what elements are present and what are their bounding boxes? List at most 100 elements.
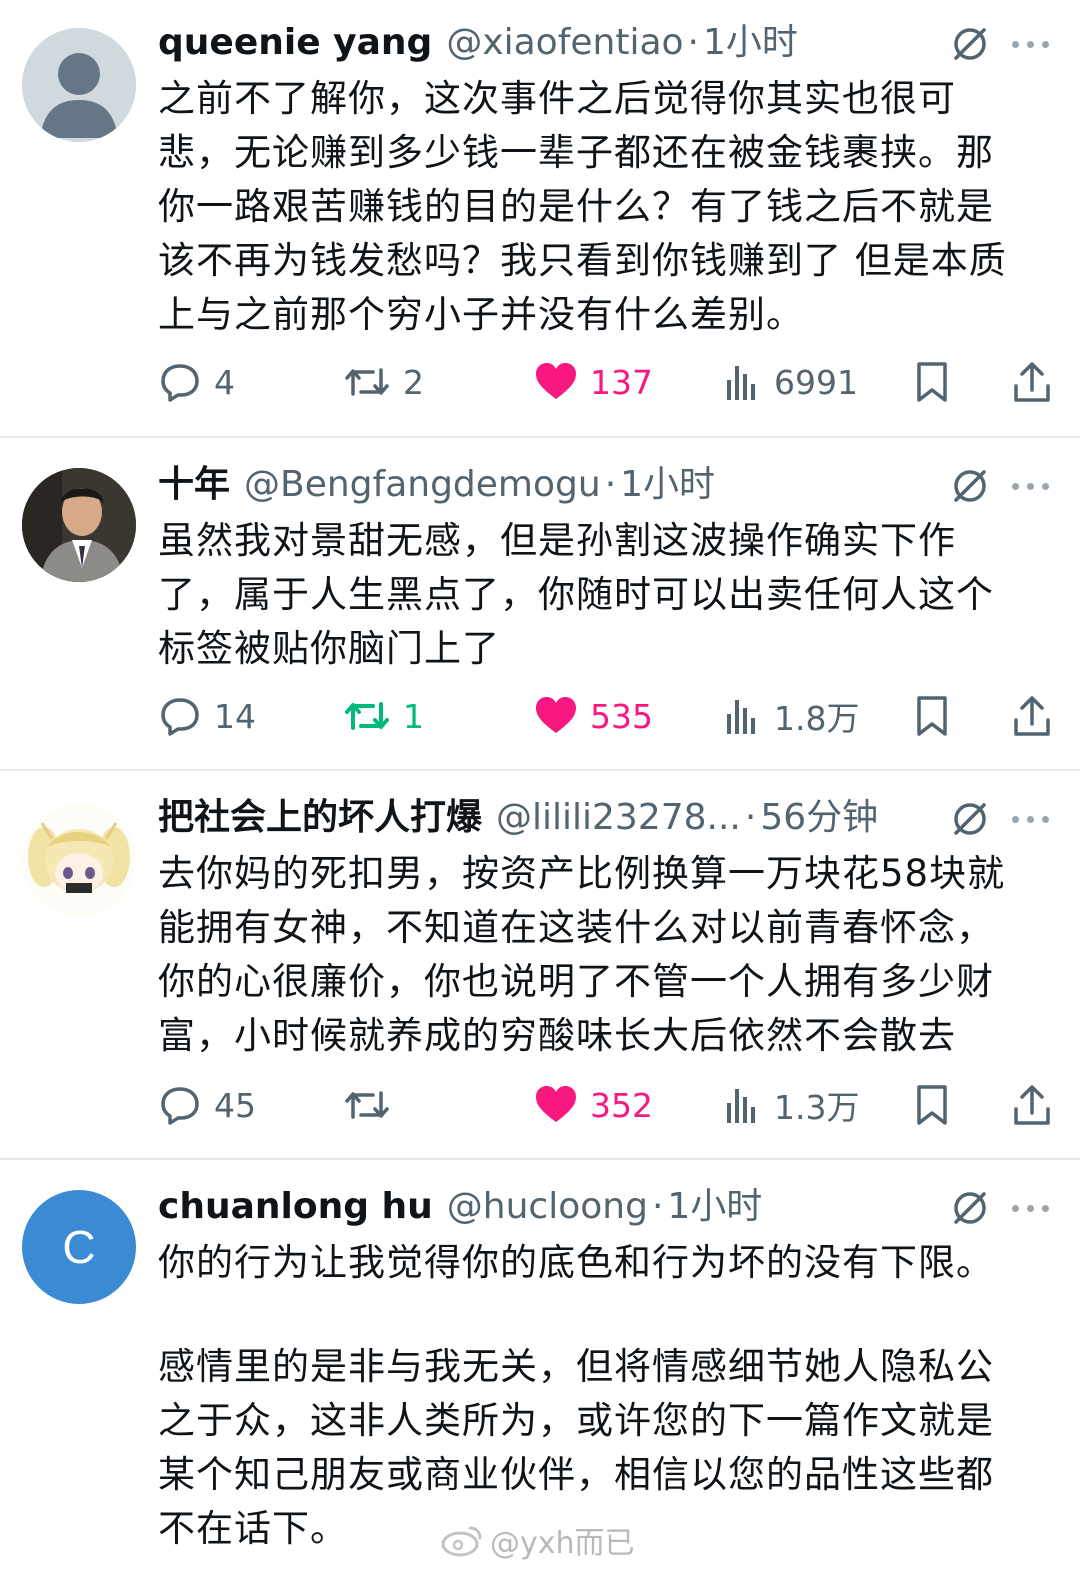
reply-count: 14 <box>214 696 256 736</box>
tweet-text-line: 感情里的是非与我无关，但将情感细节她人隐私公 <box>158 1345 994 1388</box>
views-chart-icon <box>727 700 755 734</box>
tweet-text: 去你妈的死扣男，按资产比例换算一万块花58块就 能拥有女神，不知道在这装什么对以… <box>158 847 1038 1063</box>
grok-icon[interactable] <box>950 466 990 506</box>
timestamp[interactable]: 1小时 <box>703 18 798 68</box>
tweet-text-line: 之于众，这非人类所为，或许您的下一篇作文就是 <box>158 1399 994 1442</box>
display-name[interactable]: 十年 <box>158 460 230 510</box>
retweet-count: 2 <box>403 362 424 402</box>
tweet-header: queenie yang @xiaofentiao · 1小时 <box>158 18 940 68</box>
reply-button[interactable]: 45 <box>158 1075 256 1135</box>
like-count: 137 <box>590 362 653 402</box>
views-button[interactable]: 1.3万 <box>724 1075 859 1135</box>
user-handle[interactable]: @lilili23278... <box>496 793 741 843</box>
more-options-icon[interactable] <box>1012 34 1056 54</box>
views-button[interactable]: 1.8万 <box>724 686 859 746</box>
display-name[interactable]: queenie yang <box>158 18 432 68</box>
tweet-text-line: 你的行为让我觉得你的底色和行为坏的没有下限。 <box>158 1241 994 1284</box>
heart-filled-icon <box>536 1086 576 1122</box>
timestamp[interactable]: 1小时 <box>620 460 715 510</box>
watermark-text: @yxh而已 <box>490 1526 635 1561</box>
action-bar: 14 1 535 1.8万 <box>0 686 1080 746</box>
grok-icon[interactable] <box>950 24 990 64</box>
tweet[interactable]: C chuanlong hu @hucloong · 1小时 你的行为让我觉得你… <box>0 1160 1080 1571</box>
avatar[interactable] <box>22 803 136 917</box>
more-options-icon[interactable] <box>1012 476 1056 496</box>
retweet-button[interactable]: 2 <box>343 352 424 412</box>
avatar[interactable] <box>22 468 136 582</box>
share-button[interactable] <box>1010 686 1054 746</box>
timestamp[interactable]: 1小时 <box>667 1182 762 1232</box>
share-button[interactable] <box>1010 352 1054 412</box>
retweet-button[interactable]: 1 <box>343 686 424 746</box>
timestamp[interactable]: 56分钟 <box>760 793 878 843</box>
heart-filled-icon <box>536 363 576 399</box>
tweet-text-line <box>158 1290 1038 1340</box>
more-options-icon[interactable] <box>1012 1198 1056 1218</box>
like-count: 352 <box>590 1085 653 1125</box>
user-handle[interactable]: @Bengfangdemogu <box>244 460 601 510</box>
views-chart-icon <box>727 366 755 400</box>
user-handle[interactable]: @xiaofentiao <box>446 18 683 68</box>
tweet[interactable]: 十年 @Bengfangdemogu · 1小时 虽然我对景甜无感，但是孙割这波… <box>0 438 1080 769</box>
tweet-text-line: 上与之前那个穷小子并没有什么差别。 <box>158 293 804 336</box>
avatar-letter: C <box>62 1221 96 1273</box>
like-button[interactable]: 137 <box>534 352 653 412</box>
reply-button[interactable]: 4 <box>158 352 235 412</box>
bookmark-icon <box>917 362 947 402</box>
retweet-icon <box>345 1091 389 1119</box>
more-options-icon[interactable] <box>1012 809 1056 829</box>
tweet-header: 把社会上的坏人打爆 @lilili23278... · 56分钟 <box>158 793 940 843</box>
grok-icon[interactable] <box>950 799 990 839</box>
reply-icon <box>161 698 199 736</box>
tweet-text-line: 能拥有女神，不知道在这装什么对以前青春怀念， <box>158 906 994 949</box>
share-icon <box>1014 362 1050 402</box>
view-count: 1.8万 <box>774 699 860 738</box>
weibo-watermark: @yxh而已 <box>440 1515 635 1565</box>
like-count: 535 <box>590 696 653 736</box>
separator-dot: · <box>744 797 757 838</box>
views-button[interactable]: 6991 <box>724 352 858 412</box>
bookmark-icon <box>917 696 947 736</box>
share-icon <box>1014 696 1050 736</box>
tweet-text: 虽然我对景甜无感，但是孙割这波操作确实下作 了，属于人生黑点了，你随时可以出卖任… <box>158 514 1038 676</box>
display-name[interactable]: chuanlong hu <box>158 1182 433 1232</box>
view-count: 6991 <box>774 362 858 402</box>
action-bar: 4 2 137 6991 <box>0 352 1080 412</box>
photo-avatar-icon <box>22 468 136 582</box>
reply-button[interactable]: 14 <box>158 686 256 746</box>
tweet-text-line: 标签被贴你脑门上了 <box>158 627 500 670</box>
action-bar: 45 352 1.3万 <box>0 1075 1080 1135</box>
tweet-header: chuanlong hu @hucloong · 1小时 <box>158 1182 940 1232</box>
avatar[interactable] <box>22 28 136 142</box>
display-name[interactable]: 把社会上的坏人打爆 <box>158 793 482 843</box>
grok-icon[interactable] <box>950 1188 990 1228</box>
tweet[interactable]: queenie yang @xiaofentiao · 1小时 之前不了解你，这… <box>0 0 1080 436</box>
tweet-text-line: 去你妈的死扣男，按资产比例换算一万块花58块就 <box>158 852 1006 895</box>
like-button[interactable]: 535 <box>534 686 653 746</box>
weibo-logo-icon <box>441 1526 482 1557</box>
reply-icon <box>161 1087 199 1125</box>
bookmark-button[interactable] <box>912 1075 952 1135</box>
tweet-header: 十年 @Bengfangdemogu · 1小时 <box>158 460 940 510</box>
reply-icon <box>161 364 199 402</box>
tweet-text-line: 某个知己朋友或商业伙伴，相信以您的品性这些都 <box>158 1453 994 1496</box>
heart-filled-icon <box>536 697 576 733</box>
retweet-button[interactable] <box>343 1075 403 1135</box>
tweet-text-line: 悲，无论赚到多少钱一辈子都还在被金钱裹挟。那 <box>158 131 994 174</box>
separator-dot: · <box>651 1186 664 1227</box>
user-handle[interactable]: @hucloong <box>447 1182 648 1232</box>
avatar[interactable]: C <box>22 1190 136 1304</box>
tweet-text-line: 富，小时候就养成的穷酸味长大后依然不会散去 <box>158 1014 956 1057</box>
tweet-text-line: 你的心很廉价，你也说明了不管一个人拥有多少财 <box>158 960 994 1003</box>
separator-dot: · <box>604 464 617 505</box>
retweet-count: 1 <box>403 696 424 736</box>
tweet-text: 你的行为让我觉得你的底色和行为坏的没有下限。 感情里的是非与我无关，但将情感细节… <box>158 1236 1038 1556</box>
anime-avatar-icon <box>22 803 136 917</box>
like-button[interactable]: 352 <box>534 1075 653 1135</box>
bookmark-button[interactable] <box>912 686 952 746</box>
bookmark-button[interactable] <box>912 352 952 412</box>
tweet[interactable]: 把社会上的坏人打爆 @lilili23278... · 56分钟 去你妈的死扣男… <box>0 771 1080 1158</box>
tweet-text-line: 你一路艰苦赚钱的目的是什么？有了钱之后不就是 <box>158 185 994 228</box>
share-button[interactable] <box>1010 1075 1054 1135</box>
bookmark-icon <box>917 1085 947 1125</box>
